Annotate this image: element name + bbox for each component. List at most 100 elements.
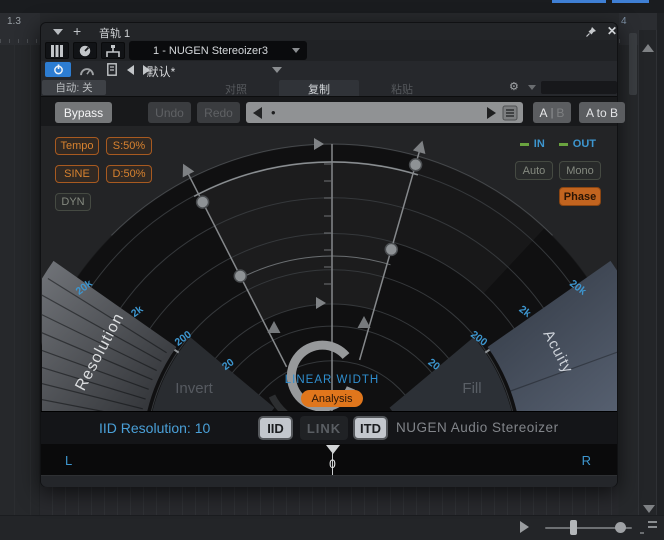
- zoom-slider-knob[interactable]: [615, 522, 626, 533]
- preset-modified-marker: •: [271, 104, 276, 120]
- ab-separator: |: [550, 106, 554, 119]
- nav-prev-icon[interactable]: [253, 106, 262, 119]
- itd-toggle[interactable]: ITD: [353, 416, 388, 440]
- routing-button[interactable]: [101, 42, 125, 59]
- marker-right-icon[interactable]: [314, 138, 324, 150]
- chevron-down-icon[interactable]: [528, 85, 536, 90]
- knob-view-button[interactable]: [73, 42, 97, 59]
- out-meter-dash: [558, 142, 568, 146]
- inserts-button[interactable]: [45, 42, 69, 59]
- preset-name[interactable]: 默认*: [101, 63, 221, 80]
- link-toggle[interactable]: LINK: [300, 416, 348, 440]
- marker-up-icon[interactable]: [267, 321, 281, 333]
- out-label: OUT: [572, 138, 596, 150]
- handle[interactable]: [233, 269, 248, 283]
- host-grid-strip: [40, 487, 618, 515]
- vertical-scrollbar[interactable]: [638, 30, 657, 515]
- close-icon[interactable]: ✕: [607, 24, 617, 38]
- handle[interactable]: [384, 242, 399, 257]
- undo-label: Undo: [155, 105, 184, 120]
- preset-row: 默认*: [41, 61, 617, 79]
- marker-up-icon[interactable]: [357, 316, 371, 328]
- pin-icon[interactable]: [585, 26, 597, 38]
- power-icon: [53, 64, 63, 75]
- undo-button[interactable]: Undo: [148, 102, 191, 123]
- timeline-ruler-left[interactable]: 1.3: [0, 13, 40, 45]
- host-track-area-left: [0, 45, 40, 515]
- mini-scroll-thumb[interactable]: [629, 33, 637, 95]
- chevron-down-icon[interactable]: [272, 67, 282, 73]
- plugin-selector-label: 1 - NUGEN Stereoizer3: [153, 44, 268, 57]
- a-to-b-label: A to B: [585, 105, 619, 120]
- iid-toggle[interactable]: IID: [258, 416, 293, 440]
- in-meter-dash: [519, 142, 529, 146]
- automation-row: 自动: 关 对照 复制 粘贴 ⚙: [41, 79, 617, 98]
- zoom-slider-handle[interactable]: [570, 520, 577, 535]
- ab-toggle-button[interactable]: A | B: [533, 102, 571, 123]
- grid-line: [14, 45, 15, 515]
- handle[interactable]: [195, 195, 210, 209]
- scroll-down-icon[interactable]: [643, 505, 655, 513]
- plugin-selector[interactable]: 1 - NUGEN Stereoizer3: [129, 41, 307, 60]
- window-title: 音轨 1: [99, 28, 131, 40]
- plugin-titlebar[interactable]: + 音轨 1 ✕: [41, 23, 617, 40]
- sine-button[interactable]: SINE: [55, 165, 99, 183]
- ab-a-label: A: [539, 105, 548, 120]
- grid-options-icon[interactable]: [648, 521, 657, 523]
- tempo-button[interactable]: Tempo: [55, 137, 99, 155]
- phase-button[interactable]: Phase: [559, 187, 601, 206]
- dyn-label: DYN: [61, 196, 85, 208]
- paste-button[interactable]: 粘贴: [362, 81, 442, 97]
- gear-icon[interactable]: ⚙: [509, 80, 519, 93]
- tempo-label: Tempo: [60, 140, 94, 152]
- redo-button[interactable]: Redo: [197, 102, 240, 123]
- insert-knob-button[interactable]: [75, 62, 99, 77]
- itd-label: ITD: [360, 420, 381, 436]
- io-meter-labels: IN OUT: [519, 138, 596, 150]
- routing-icon: [106, 44, 120, 57]
- chevron-down-icon[interactable]: [53, 29, 63, 35]
- daw-workspace: 1.3 4 + 音轨 1 ✕ 1 - NUGEN Stereoizer3 默认*…: [0, 0, 664, 540]
- chevron-down-icon: [292, 48, 300, 53]
- preset-list-icon[interactable]: [502, 105, 518, 121]
- ruler-ticks-left: [0, 39, 40, 43]
- grid-line: [30, 45, 31, 515]
- analysis-label: Analysis: [311, 392, 353, 405]
- s-value-button[interactable]: S:50%: [106, 137, 152, 155]
- auto-button[interactable]: Auto: [515, 161, 553, 180]
- iid-label: IID: [267, 420, 284, 436]
- linear-width-label: LINEAR WIDTH: [284, 374, 380, 386]
- ruler-label-right: 4: [621, 16, 627, 27]
- pan-right-label: R: [581, 453, 591, 468]
- status-readout: IID Resolution: 10: [99, 420, 211, 436]
- left-radial-arrow-icon[interactable]: [177, 161, 195, 178]
- automation-mode[interactable]: 自动: 关: [42, 80, 106, 95]
- automation-label: 自动: 关: [55, 82, 93, 94]
- preset-browser-bar[interactable]: •: [246, 102, 523, 123]
- bars-icon: [51, 44, 63, 57]
- zoom-play-icon[interactable]: [520, 521, 529, 533]
- balance-bar[interactable]: L R 0: [41, 444, 617, 476]
- handle[interactable]: [408, 158, 423, 172]
- compare-button[interactable]: 对照: [196, 81, 276, 97]
- a-to-b-button[interactable]: A to B: [579, 102, 625, 123]
- plugin-window: + 音轨 1 ✕ 1 - NUGEN Stereoizer3 默认* 自动: 关…: [40, 22, 625, 487]
- pan-left-label: L: [65, 453, 73, 468]
- analysis-button[interactable]: Analysis: [301, 390, 363, 407]
- scroll-up-icon[interactable]: [642, 44, 654, 52]
- function-strip[interactable]: [541, 81, 617, 94]
- d-value-button[interactable]: D:50%: [106, 165, 152, 183]
- dyn-button[interactable]: DYN: [55, 193, 91, 211]
- host-bottom-bar: [0, 515, 664, 540]
- bypass-button[interactable]: Bypass: [55, 102, 112, 123]
- plugin-power-button[interactable]: [45, 62, 71, 77]
- nav-next-icon[interactable]: [487, 106, 496, 119]
- bypass-label: Bypass: [63, 105, 104, 120]
- ab-b-label: B: [556, 105, 565, 120]
- pan-handle-icon[interactable]: [326, 445, 340, 454]
- host-top-accent-right: [612, 0, 649, 3]
- grid-dot-icon: [640, 532, 644, 534]
- mono-button[interactable]: Mono: [559, 161, 601, 180]
- right-radial-arrow-icon[interactable]: [412, 139, 429, 155]
- add-track-icon[interactable]: +: [73, 23, 81, 39]
